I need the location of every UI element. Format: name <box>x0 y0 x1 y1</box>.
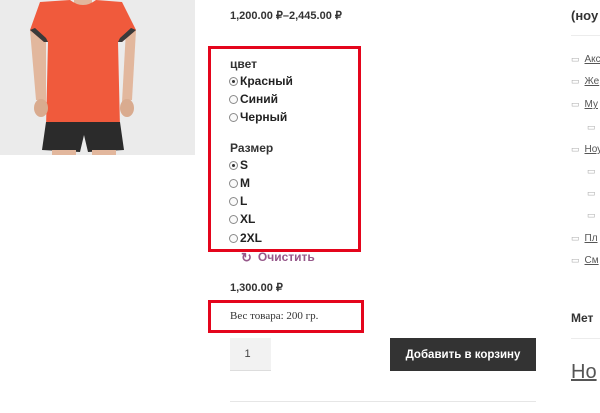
category-link[interactable]: Же <box>585 76 600 87</box>
divider <box>571 338 600 339</box>
price-range: 1,200.00 ₽–2,445.00 ₽ <box>230 10 342 22</box>
radio-icon[interactable] <box>229 233 238 243</box>
size-attribute-label: Размер <box>230 141 274 155</box>
size-option-l[interactable]: L <box>229 193 247 209</box>
radio-icon[interactable] <box>229 196 238 206</box>
radio-icon[interactable] <box>229 112 238 122</box>
product-weight: Вес товара: 200 гр. <box>230 310 319 322</box>
folder-icon: ▭ <box>587 122 596 132</box>
product-image[interactable] <box>0 0 195 155</box>
size-option-label: XL <box>240 212 256 226</box>
color-option-label: Красный <box>240 74 293 88</box>
size-option-label: S <box>240 158 249 172</box>
folder-icon: ▭ <box>571 233 580 243</box>
folder-icon: ▭ <box>571 99 580 109</box>
reset-variations-link[interactable]: ↻ Очистить <box>241 250 315 264</box>
subcategory-item[interactable]: ▭ <box>587 122 600 133</box>
color-option-label: Черный <box>240 110 288 124</box>
color-option-label: Синий <box>240 92 279 106</box>
color-option-red[interactable]: Красный <box>229 73 293 89</box>
category-item[interactable]: ▭ Му <box>571 99 598 110</box>
sidebar-categories-title: (ноу <box>571 8 599 23</box>
radio-icon[interactable] <box>229 76 238 86</box>
quantity-input[interactable] <box>230 338 271 371</box>
folder-icon: ▭ <box>571 76 580 86</box>
radio-icon[interactable] <box>229 214 238 224</box>
size-option-2xl[interactable]: 2XL <box>229 230 262 246</box>
folder-icon: ▭ <box>587 166 596 176</box>
sidebar-news-link[interactable]: Но <box>571 361 597 384</box>
subcategory-item[interactable]: ▭ <box>587 210 600 221</box>
subcategory-item[interactable]: ▭ <box>587 188 600 199</box>
sidebar-meta-title: Мет <box>571 311 594 325</box>
category-link[interactable]: Ноу <box>585 144 600 155</box>
size-option-xl[interactable]: XL <box>229 211 255 227</box>
folder-icon: ▭ <box>571 255 580 265</box>
radio-icon[interactable] <box>229 160 238 170</box>
category-link[interactable]: Му <box>585 99 598 110</box>
radio-icon[interactable] <box>229 94 238 104</box>
color-option-black[interactable]: Черный <box>229 109 287 125</box>
size-option-m[interactable]: M <box>229 175 250 191</box>
folder-icon: ▭ <box>587 188 596 198</box>
color-attribute-label: цвет <box>230 57 257 71</box>
add-to-cart-button[interactable]: Добавить в корзину <box>390 338 536 371</box>
reset-label: Очистить <box>257 250 315 264</box>
category-link[interactable]: Акс <box>585 54 600 65</box>
category-item[interactable]: ▭ Акс <box>571 54 600 65</box>
folder-icon: ▭ <box>571 144 580 154</box>
category-link[interactable]: Пл <box>585 233 598 244</box>
color-option-blue[interactable]: Синий <box>229 91 278 107</box>
folder-icon: ▭ <box>587 210 596 220</box>
category-item[interactable]: ▭ См <box>571 255 599 266</box>
category-item[interactable]: ▭ Пл <box>571 233 598 244</box>
subcategory-item[interactable]: ▭ <box>587 166 600 177</box>
refresh-icon: ↻ <box>241 249 252 265</box>
radio-icon[interactable] <box>229 178 238 188</box>
product-photo <box>0 0 195 155</box>
category-item[interactable]: ▭ Же <box>571 76 599 87</box>
size-option-label: 2XL <box>240 231 263 245</box>
divider <box>571 35 600 36</box>
category-link[interactable]: См <box>585 255 599 266</box>
folder-icon: ▭ <box>571 54 580 64</box>
size-option-s[interactable]: S <box>229 157 248 173</box>
size-option-label: L <box>240 194 248 208</box>
category-item[interactable]: ▭ Ноу <box>571 144 600 155</box>
variation-price: 1,300.00 ₽ <box>230 282 283 294</box>
divider <box>230 401 536 402</box>
size-option-label: M <box>240 176 250 190</box>
